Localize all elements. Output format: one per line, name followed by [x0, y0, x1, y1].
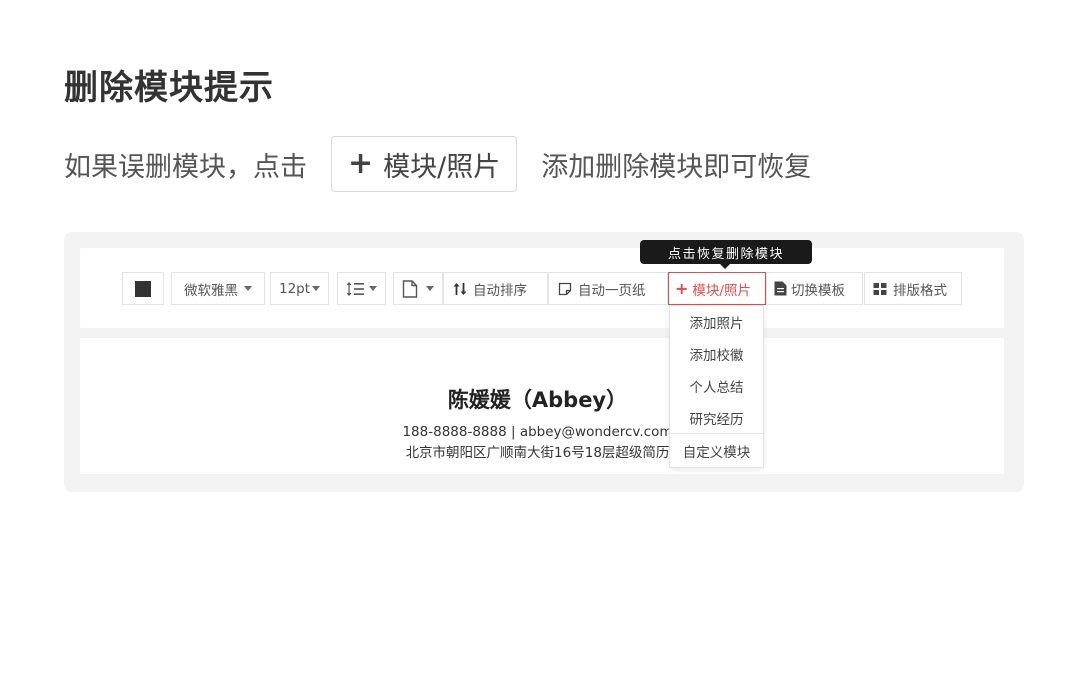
editor-preview: 微软雅黑 12pt 自动排序 自动一页纸 + 模块/照片 切换模板 排版格式 点…: [64, 232, 1024, 492]
plus-icon: +: [348, 146, 374, 181]
chevron-down-icon: [312, 286, 320, 291]
menu-divider: [670, 433, 763, 434]
add-module-label: 模块/照片: [692, 282, 751, 299]
add-module-dropdown: 添加照片 添加校徽 个人总结 研究经历 自定义模块: [669, 305, 764, 468]
line-spacing-icon: [346, 281, 364, 296]
resume-name: 陈媛媛（Abbey）: [447, 388, 628, 412]
font-size-select[interactable]: 12pt: [270, 272, 329, 305]
example-add-module-button: + 模块/照片: [331, 136, 518, 192]
resume-address: 北京市朝阳区广顺南大街16号18层超级简历: [405, 445, 670, 461]
sort-icon: [453, 282, 467, 295]
layout-format-button[interactable]: 排版格式: [864, 272, 962, 305]
auto-one-page-button[interactable]: 自动一页纸: [548, 272, 668, 305]
menu-item-custom-module[interactable]: 自定义模块: [670, 435, 763, 467]
plus-icon: +: [675, 279, 689, 298]
resume-contact: 188-8888-8888 | abbey@wondercv.com: [402, 424, 673, 440]
page-icon: [402, 279, 418, 298]
chevron-down-icon: [369, 286, 377, 291]
switch-template-label: 切换模板: [791, 282, 845, 299]
menu-item-add-school-badge[interactable]: 添加校徽: [670, 338, 763, 370]
auto-sort-button[interactable]: 自动排序: [443, 272, 548, 305]
menu-item-add-photo[interactable]: 添加照片: [670, 306, 763, 338]
line-spacing-select[interactable]: [337, 272, 386, 305]
resume-preview: 陈媛媛（Abbey） 188-8888-8888 | abbey@wonderc…: [80, 338, 1004, 474]
auto-one-page-label: 自动一页纸: [578, 282, 646, 299]
chevron-down-icon: [426, 286, 434, 291]
example-add-module-label: 模块/照片: [383, 151, 501, 183]
add-module-button[interactable]: + 模块/照片: [668, 272, 766, 305]
font-color-button[interactable]: [122, 272, 164, 305]
hint-row: 如果误删模块，点击 + 模块/照片 添加删除模块即可恢复: [64, 136, 811, 192]
page-settings-select[interactable]: [393, 272, 443, 305]
document-icon: [774, 281, 787, 296]
switch-template-button[interactable]: 切换模板: [766, 272, 863, 305]
menu-item-research-experience[interactable]: 研究经历: [670, 402, 763, 434]
auto-sort-label: 自动排序: [473, 282, 527, 299]
font-family-value: 微软雅黑: [184, 282, 238, 299]
page-title: 删除模块提示: [64, 68, 274, 108]
toolbar: 微软雅黑 12pt 自动排序 自动一页纸 + 模块/照片 切换模板 排版格式: [80, 248, 1004, 328]
font-size-value: 12pt: [279, 280, 311, 297]
hint-text-before: 如果误删模块，点击: [64, 151, 307, 183]
hint-text-after: 添加删除模块即可恢复: [541, 151, 812, 183]
font-family-select[interactable]: 微软雅黑: [171, 272, 265, 305]
chevron-down-icon: [244, 286, 252, 291]
note-icon: [558, 282, 572, 295]
menu-item-personal-summary[interactable]: 个人总结: [670, 370, 763, 402]
restore-tooltip: 点击恢复删除模块: [640, 240, 812, 269]
grid-icon: [873, 282, 887, 295]
color-swatch-icon: [135, 280, 151, 297]
layout-format-label: 排版格式: [893, 282, 947, 299]
